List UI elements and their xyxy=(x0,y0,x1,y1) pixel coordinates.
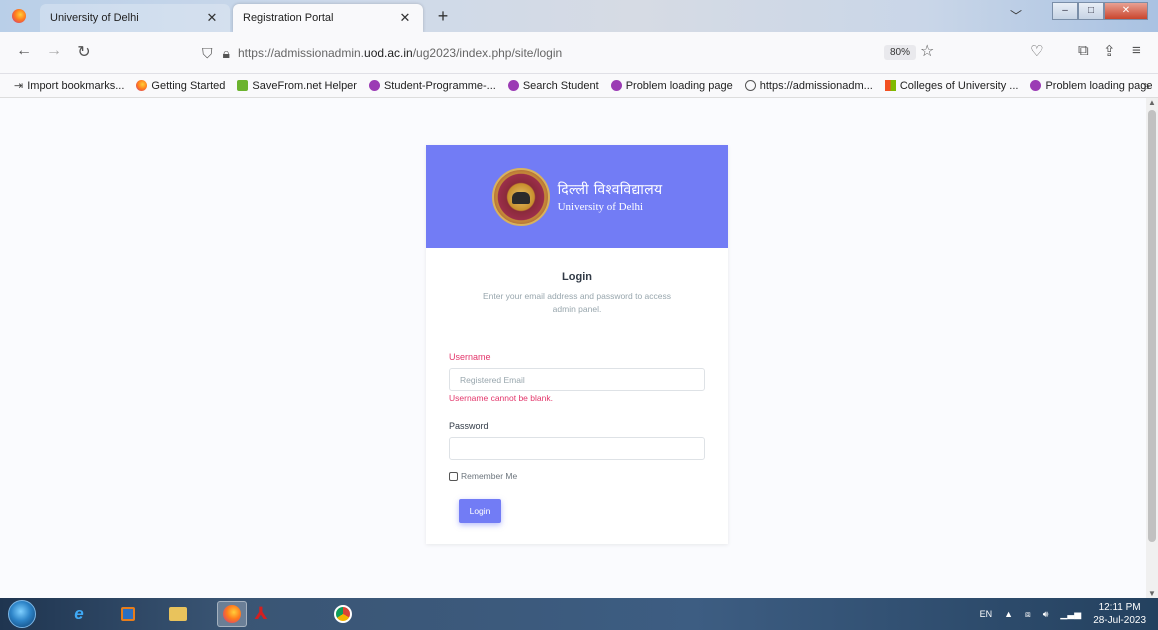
close-tab-icon[interactable]: ✕ xyxy=(397,10,413,26)
bookmark-problem-loading-1[interactable]: Problem loading page xyxy=(610,79,733,92)
url-prefix: https://admissionadmin. xyxy=(237,46,365,60)
firefox-icon xyxy=(136,80,148,91)
login-card: दिल्ली विश्वविद्यालय University of Delhi… xyxy=(426,145,728,544)
system-tray: EN ▲ ⧈ 🔊︎ ▁▃▅ 12:11 PM 28-Jul-2023 xyxy=(980,598,1158,630)
purple-circle-icon xyxy=(368,80,380,91)
login-button[interactable]: Login xyxy=(459,499,501,523)
back-arrow-icon[interactable]: ← xyxy=(14,42,34,60)
zoom-level-button[interactable]: 80% xyxy=(884,45,917,60)
bookmark-label: Colleges of University ... xyxy=(899,79,1019,92)
firefox-menu-icon[interactable] xyxy=(12,9,26,23)
maximize-button[interactable]: □ xyxy=(1078,2,1104,20)
username-label: Username xyxy=(449,352,491,362)
media-player-icon[interactable] xyxy=(113,601,143,627)
bookmark-label: Getting Started xyxy=(151,79,226,92)
bookmark-label: https://admissionadm... xyxy=(759,79,873,92)
bookmark-label: Search Student xyxy=(522,79,599,92)
tab-university-of-delhi[interactable]: University of Delhi ✕ xyxy=(40,4,230,32)
bookmark-label: Student-Programme-... xyxy=(383,79,496,92)
navigation-toolbar: ← → ↻ ⛉ 🔒︎ https://admissionadmin.uod.ac… xyxy=(0,32,1158,74)
bookmark-label: Problem loading page xyxy=(625,79,733,92)
url-text: https://admissionadmin.uod.ac.in/ug2023/… xyxy=(238,46,562,60)
remember-me-row[interactable]: Remember Me xyxy=(449,471,705,481)
purple-circle-icon xyxy=(1030,80,1042,91)
bookmark-import[interactable]: ⇥ Import bookmarks... xyxy=(14,79,125,93)
clock-date: 28-Jul-2023 xyxy=(1093,615,1146,626)
login-form: Login Enter your email address and passw… xyxy=(426,248,728,523)
windows-taskbar: e ⅄ EN ▲ ⧈ 🔊︎ ▁▃▅ 12:11 PM 28-Jul-2023 xyxy=(0,598,1158,630)
tab-label: University of Delhi xyxy=(50,12,139,24)
scroll-up-icon[interactable]: ▲ xyxy=(1148,98,1156,107)
bookmark-label: Import bookmarks... xyxy=(27,79,125,92)
remember-me-label: Remember Me xyxy=(461,471,518,481)
bookmark-savefrom[interactable]: SaveFrom.net Helper xyxy=(237,80,357,92)
chrome-icon[interactable] xyxy=(328,601,358,627)
bookmark-problem-loading-2[interactable]: Problem loading page xyxy=(1030,80,1152,92)
clock-time: 12:11 PM xyxy=(1098,602,1141,613)
volume-icon[interactable]: 🔊︎ xyxy=(1043,609,1049,620)
bookmark-colleges[interactable]: Colleges of University ... xyxy=(884,79,1019,92)
list-all-tabs-icon[interactable]: ﹀ xyxy=(1010,7,1022,24)
file-explorer-icon[interactable] xyxy=(163,601,193,627)
url-domain: uod.ac.in xyxy=(364,46,413,60)
shield-icon[interactable]: ⛉ xyxy=(202,45,213,62)
university-seal-logo xyxy=(491,167,550,226)
acrobat-icon[interactable]: ⅄ xyxy=(246,601,276,627)
page-scrollbar[interactable]: ▲ ▼ xyxy=(1146,98,1158,598)
show-hidden-icons-icon[interactable]: ▲ xyxy=(1004,609,1013,619)
close-tab-icon[interactable]: ✕ xyxy=(204,10,220,26)
start-button[interactable] xyxy=(8,600,36,628)
tiles-icon xyxy=(884,80,896,91)
internet-explorer-icon[interactable]: e xyxy=(64,601,94,627)
scrollbar-thumb[interactable] xyxy=(1148,110,1156,542)
language-indicator[interactable]: EN xyxy=(980,609,993,619)
download-icon xyxy=(237,80,249,91)
tab-label: Registration Portal xyxy=(243,12,334,24)
bookmark-star-icon[interactable]: ☆ xyxy=(920,41,934,61)
purple-circle-icon xyxy=(507,80,519,91)
password-input[interactable] xyxy=(449,437,705,460)
globe-icon xyxy=(744,80,756,91)
signal-icon[interactable]: ▁▃▅ xyxy=(1060,609,1081,620)
window-controls: – □ ✕ xyxy=(1052,2,1148,20)
username-input[interactable]: Registered Email xyxy=(449,368,705,391)
url-bar[interactable]: ⛉ 🔒︎ https://admissionadmin.uod.ac.in/ug… xyxy=(196,38,948,68)
brand-english: University of Delhi xyxy=(557,201,644,213)
remember-me-checkbox[interactable] xyxy=(449,471,458,481)
url-path: /ug2023/index.php/site/login xyxy=(412,46,563,60)
clock[interactable]: 12:11 PM 28-Jul-2023 xyxy=(1093,601,1146,627)
new-tab-button[interactable]: + xyxy=(432,6,454,27)
brand-hindi: दिल्ली विश्वविद्यालय xyxy=(557,182,663,198)
pocket-icon[interactable]: ♡ xyxy=(1030,42,1043,60)
menu-icon[interactable]: ≡ xyxy=(1132,42,1141,59)
username-error-message: Username cannot be blank. xyxy=(449,393,553,403)
scroll-down-icon[interactable]: ▼ xyxy=(1148,589,1156,598)
bookmark-label: Problem loading page xyxy=(1045,79,1153,92)
login-title: Login xyxy=(562,271,592,283)
tab-strip: University of Delhi ✕ Registration Porta… xyxy=(0,0,1158,32)
extension-icon[interactable]: ⧉ xyxy=(1078,42,1089,59)
network-icon[interactable]: ⧈ xyxy=(1025,609,1031,620)
password-label: Password xyxy=(449,421,489,431)
tab-registration-portal[interactable]: Registration Portal ✕ xyxy=(233,4,423,32)
close-window-button[interactable]: ✕ xyxy=(1104,2,1148,20)
forward-arrow-icon[interactable]: → xyxy=(44,42,64,60)
share-icon[interactable]: ⇪ xyxy=(1103,42,1116,60)
login-card-header: दिल्ली विश्वविद्यालय University of Delhi xyxy=(426,145,728,248)
login-subtitle: Enter your email address and password to… xyxy=(482,291,672,314)
minimize-button[interactable]: – xyxy=(1052,2,1078,20)
firefox-taskbar-icon[interactable] xyxy=(217,601,247,627)
more-bookmarks-icon[interactable]: » xyxy=(1143,78,1150,93)
brand-text: दिल्ली विश्वविद्यालय University of Delhi xyxy=(558,180,663,213)
bookmark-label: SaveFrom.net Helper xyxy=(252,79,357,92)
lock-icon[interactable]: 🔒︎ xyxy=(223,45,230,62)
bookmark-search-student[interactable]: Search Student xyxy=(507,79,599,92)
bookmark-admissionadm[interactable]: https://admissionadm... xyxy=(744,79,873,92)
bookmark-student-programme[interactable]: Student-Programme-... xyxy=(368,79,496,92)
import-icon: ⇥ xyxy=(14,80,24,92)
reload-icon[interactable]: ↻ xyxy=(74,42,94,62)
bookmarks-toolbar: ⇥ Import bookmarks... Getting Started Sav… xyxy=(0,74,1158,98)
purple-circle-icon xyxy=(610,80,622,91)
bookmark-getting-started[interactable]: Getting Started xyxy=(136,80,225,92)
